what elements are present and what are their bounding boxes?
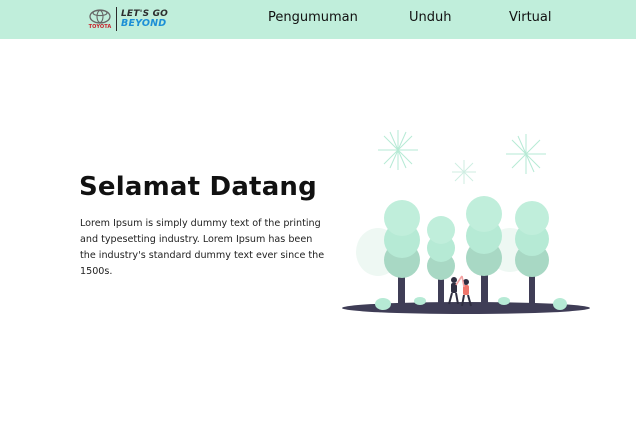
firework-left-icon	[378, 130, 418, 170]
top-navigation-bar: TOYOTA LET'S GO BEYOND Pengumuman Unduh …	[0, 0, 636, 39]
toyota-wordmark: TOYOTA	[88, 23, 112, 30]
tree-icon	[515, 201, 549, 308]
logo-tagline: LET'S GO BEYOND	[121, 9, 168, 29]
tree-icon	[466, 196, 502, 308]
toyota-emblem-icon: TOYOTA	[86, 5, 114, 33]
logo-divider	[116, 7, 117, 31]
hero-description: Lorem Ipsum is simply dummy text of the …	[80, 218, 325, 277]
tree-icon	[384, 200, 420, 308]
nav-link-pengumuman[interactable]: Pengumuman	[268, 10, 358, 25]
page-title: Selamat Datang	[79, 172, 317, 202]
dancing-people-icon	[448, 275, 472, 307]
nav-link-virtual[interactable]: Virtual	[509, 10, 551, 25]
nav-link-unduh[interactable]: Unduh	[409, 10, 452, 25]
toyota-logo-link[interactable]: TOYOTA LET'S GO BEYOND	[86, 4, 168, 34]
firework-right-icon	[506, 134, 546, 174]
firework-center-icon	[452, 160, 476, 184]
celebration-illustration	[342, 130, 590, 314]
tagline-bottom: BEYOND	[121, 18, 167, 29]
